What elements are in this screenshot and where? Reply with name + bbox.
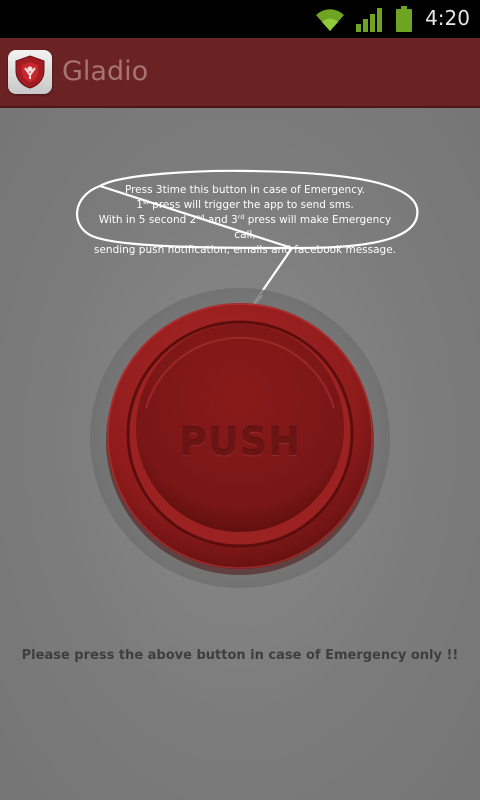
- battery-icon: [396, 6, 412, 36]
- push-button-label: PUSH: [179, 420, 301, 464]
- status-time: 4:20: [425, 6, 470, 30]
- gladio-shield-icon[interactable]: [8, 50, 52, 94]
- action-bar: Gladio: [0, 38, 480, 108]
- app-title: Gladio: [62, 56, 149, 87]
- emergency-note: Please press the above button in case of…: [21, 648, 459, 663]
- main-content: Press 3time this button in case of Emerg…: [0, 108, 480, 800]
- instructions-line-4: sending push notification, emails and fa…: [93, 244, 396, 256]
- instructions-text: Press 3time this button in case of Emerg…: [90, 183, 400, 258]
- status-icons: 4:20: [300, 0, 480, 38]
- push-button-area: PUSH: [90, 288, 390, 588]
- signal-icon: [356, 8, 382, 36]
- instructions-line-2: 1st press will trigger the app to send s…: [136, 198, 354, 211]
- instructions-line-3: With in 5 second 2nd and 3rd press will …: [98, 213, 392, 241]
- instructions-line-1: Press 3time this button in case of Emerg…: [124, 184, 366, 196]
- wifi-icon: [314, 6, 346, 36]
- status-bar: 4:20: [0, 0, 480, 38]
